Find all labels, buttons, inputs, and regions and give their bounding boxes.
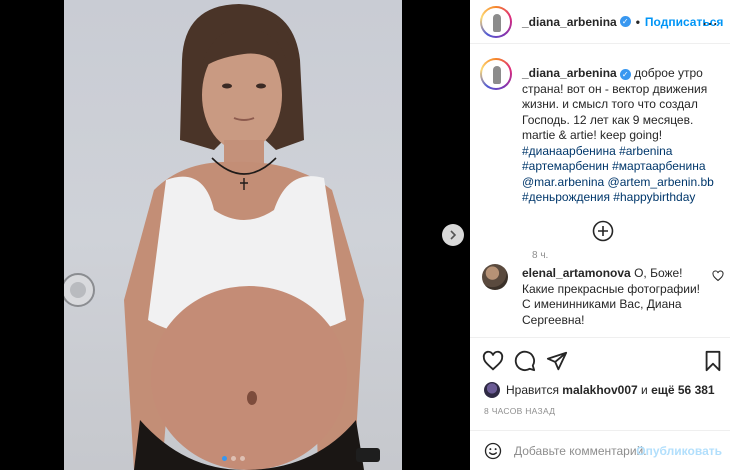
commenter-avatar[interactable] bbox=[482, 264, 508, 290]
caption-hashtags[interactable]: #дианаарбенина #arbenina #артемарбенин #… bbox=[522, 144, 714, 205]
carousel-dot bbox=[222, 456, 227, 461]
verified-badge-icon: ✓ bbox=[619, 16, 631, 27]
next-slide-button[interactable] bbox=[442, 224, 464, 246]
author-avatar[interactable] bbox=[480, 5, 512, 38]
post-media bbox=[0, 0, 470, 470]
load-more-comments-icon[interactable] bbox=[592, 220, 614, 242]
add-comment-bar: Опубликовать bbox=[470, 430, 730, 470]
commenter-username[interactable]: elenal_artamonova bbox=[522, 266, 631, 280]
heart-icon[interactable] bbox=[482, 350, 504, 372]
post-actions-bar bbox=[470, 337, 730, 381]
share-icon[interactable] bbox=[546, 350, 568, 372]
author-username[interactable]: _diana_arbenina bbox=[522, 15, 617, 29]
comment-heart-icon[interactable] bbox=[712, 270, 724, 282]
save-bookmark-icon[interactable] bbox=[702, 350, 724, 372]
more-options-icon[interactable]: ⋯ bbox=[702, 14, 718, 34]
comment-icon[interactable] bbox=[514, 350, 536, 372]
header-separator: • bbox=[635, 14, 640, 29]
likes-count[interactable]: ещё 56 381 bbox=[651, 383, 715, 397]
likes-prefix: Нравится bbox=[506, 383, 559, 397]
comment-text-block: elenal_artamonova О, Боже! Какие прекрас… bbox=[522, 266, 708, 328]
carousel-dot bbox=[231, 456, 236, 461]
caption-text-block: _diana_arbenina ✓ доброе утро страна! вот… bbox=[522, 66, 728, 206]
post-timestamp: 8 ЧАСОВ НАЗАД bbox=[484, 406, 556, 416]
photo-illustration bbox=[64, 4, 380, 470]
caption-timestamp: 8 ч. bbox=[532, 250, 549, 261]
caption-author-avatar[interactable] bbox=[480, 58, 512, 90]
caption-author-username[interactable]: _diana_arbenina bbox=[522, 66, 617, 80]
post-side-panel: _diana_arbenina ✓ • Подписаться ⋯ _diana… bbox=[470, 0, 730, 470]
comment-input[interactable] bbox=[514, 442, 646, 460]
carousel-dot bbox=[240, 456, 245, 461]
caption-verified-badge-icon: ✓ bbox=[619, 69, 631, 80]
publish-button[interactable]: Опубликовать bbox=[636, 444, 722, 458]
emoji-icon[interactable] bbox=[484, 442, 502, 460]
chevron-right-icon bbox=[450, 230, 457, 240]
carousel-indicator bbox=[222, 456, 245, 461]
likes-summary: Нравится malakhov007 и ещё 56 381 bbox=[484, 380, 715, 400]
likes-and: и bbox=[641, 383, 648, 397]
post-photo[interactable] bbox=[64, 0, 402, 470]
liker-username[interactable]: malakhov007 bbox=[562, 383, 637, 397]
liker-avatar[interactable] bbox=[484, 382, 500, 398]
post-header: _diana_arbenina ✓ • Подписаться ⋯ bbox=[470, 0, 730, 44]
